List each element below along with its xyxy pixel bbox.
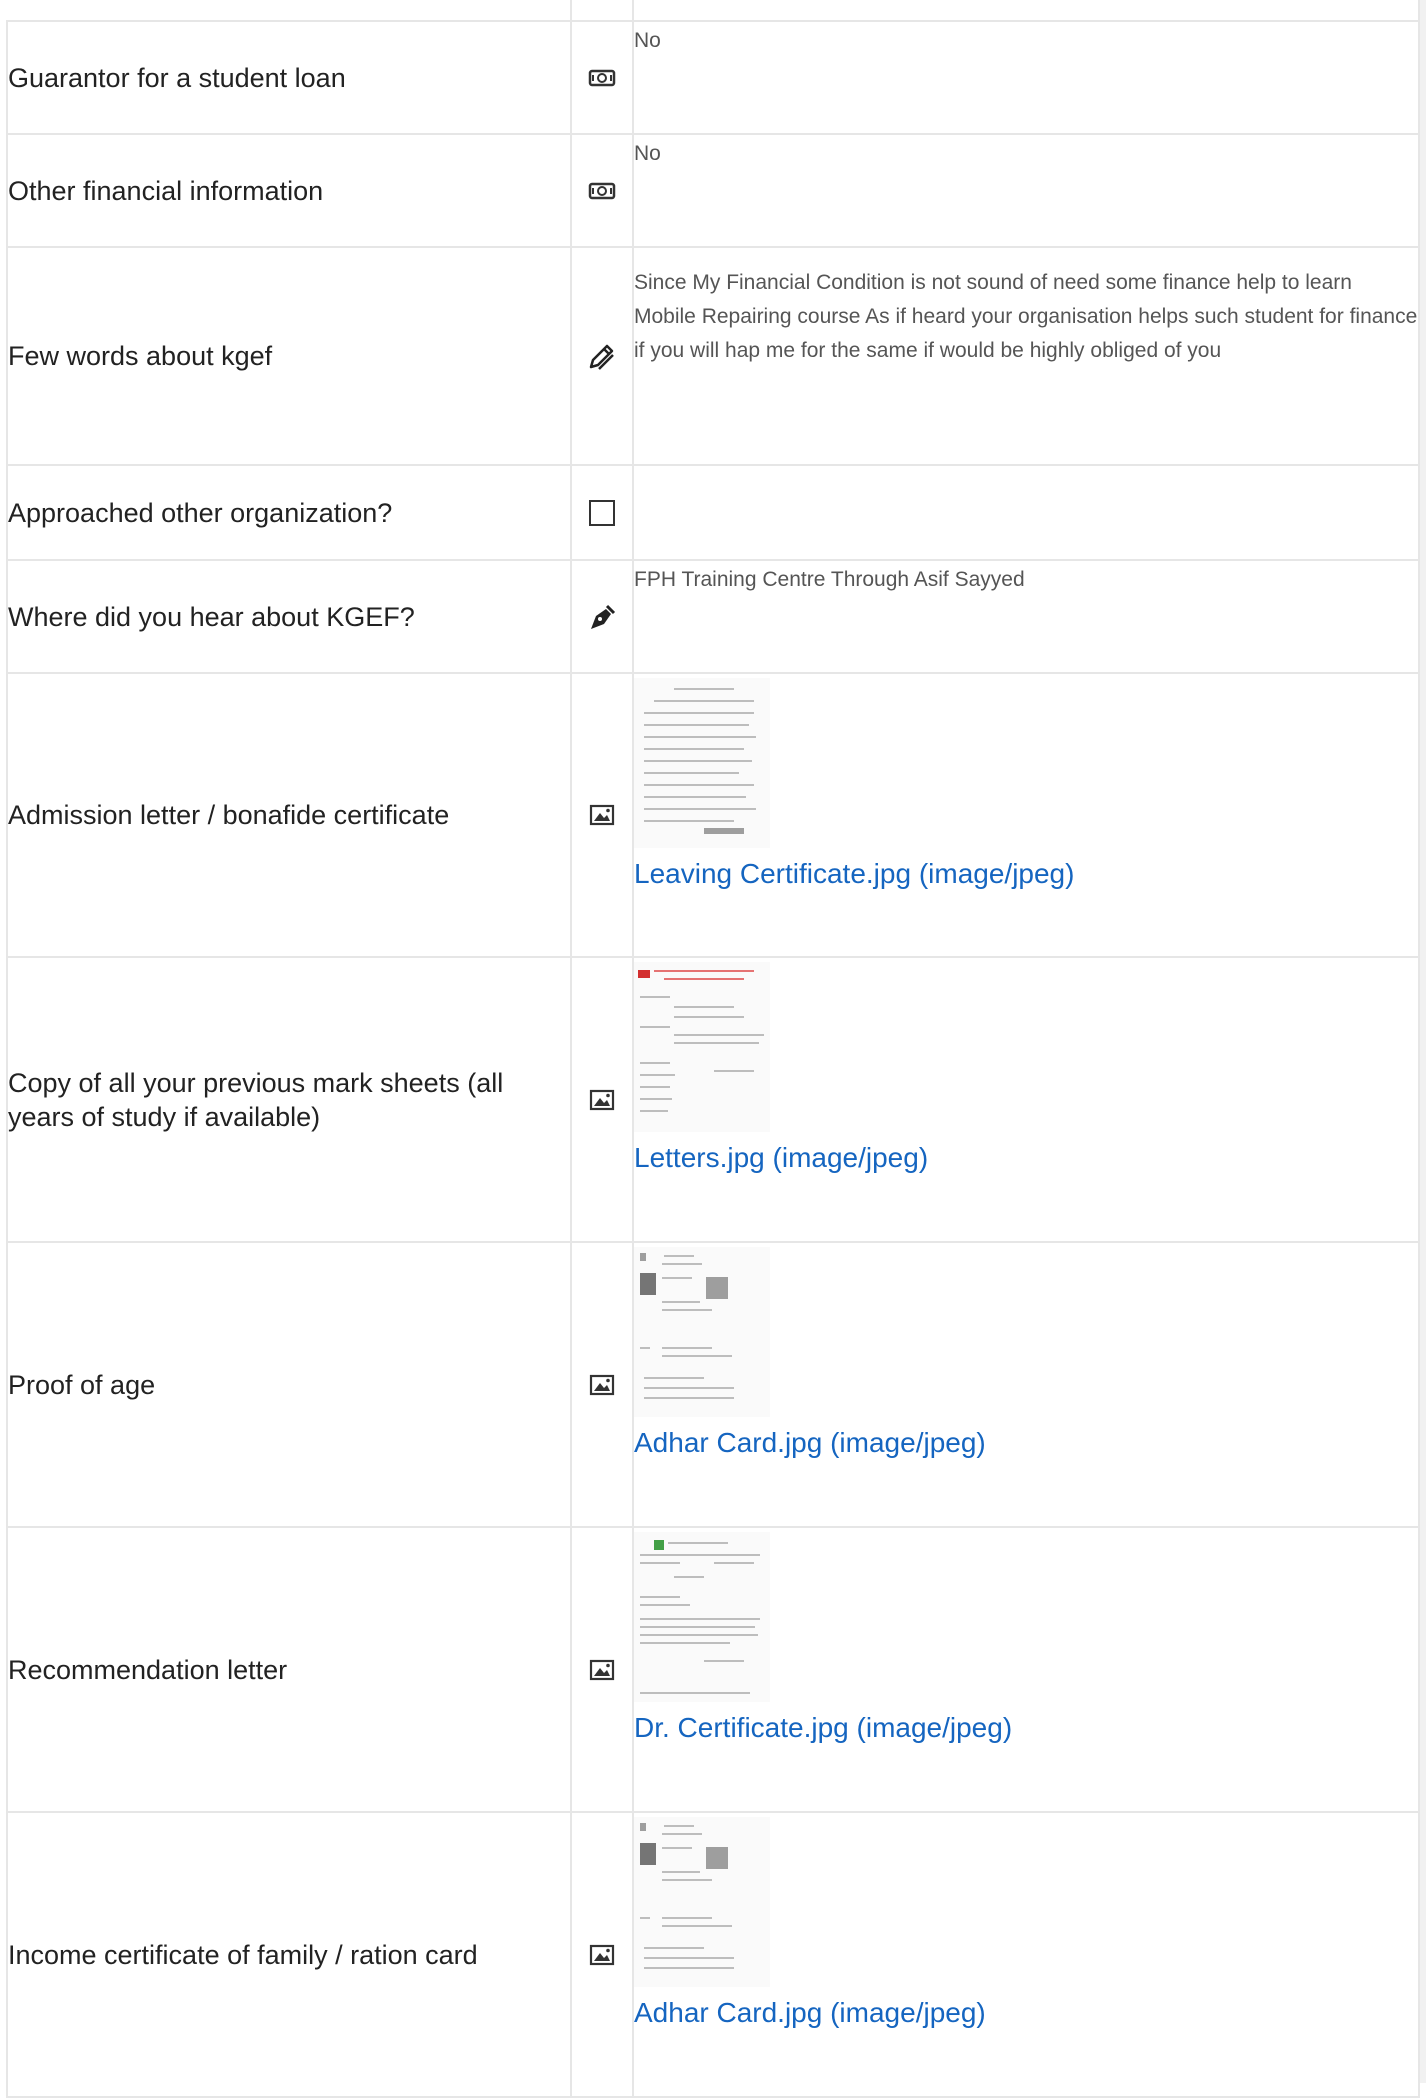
table-row: Guarantor for a student loan No bbox=[6, 20, 1420, 135]
money-icon bbox=[570, 20, 634, 135]
field-label: Income certificate of family / ration ca… bbox=[6, 1811, 572, 2098]
document-thumbnail[interactable] bbox=[634, 1532, 770, 1702]
file-link[interactable]: Dr. Certificate.jpg (image/jpeg) bbox=[634, 1712, 1012, 1744]
file-link[interactable]: Leaving Certificate.jpg (image/jpeg) bbox=[634, 858, 1074, 890]
application-fields-table: Guarantor for a student loan No Other fi… bbox=[6, 0, 1420, 2098]
image-icon bbox=[570, 672, 634, 958]
table-row: Proof of age Adhar Card.jpg (image/jpeg) bbox=[6, 1241, 1420, 1528]
field-label: Proof of age bbox=[6, 1241, 572, 1528]
field-label: Guarantor for a student loan bbox=[6, 20, 572, 135]
file-link[interactable]: Adhar Card.jpg (image/jpeg) bbox=[634, 1427, 986, 1459]
table-row: Recommendation letter Dr. Certificate.jp… bbox=[6, 1526, 1420, 1813]
image-icon bbox=[570, 1526, 634, 1813]
file-link[interactable]: Letters.jpg (image/jpeg) bbox=[634, 1142, 928, 1174]
field-value: No bbox=[634, 29, 661, 52]
id-card-thumbnail[interactable] bbox=[634, 1247, 770, 1417]
document-thumbnail[interactable] bbox=[634, 962, 770, 1132]
table-row: Income certificate of family / ration ca… bbox=[6, 1811, 1420, 2098]
table-row: Approached other organization? bbox=[6, 464, 1420, 561]
image-icon bbox=[570, 1241, 634, 1528]
field-label: Recommendation letter bbox=[6, 1526, 572, 1813]
fountain-pen-icon bbox=[570, 559, 634, 674]
table-row: Admission letter / bonafide certificate … bbox=[6, 672, 1420, 958]
field-value: Since My Financial Condition is not soun… bbox=[634, 271, 1418, 362]
image-icon bbox=[570, 956, 634, 1243]
field-label: Other financial information bbox=[6, 133, 572, 248]
field-label: Approached other organization? bbox=[6, 464, 572, 561]
file-link[interactable]: Adhar Card.jpg (image/jpeg) bbox=[634, 1997, 986, 2029]
field-label: Copy of all your previous mark sheets (a… bbox=[6, 956, 572, 1243]
id-card-thumbnail[interactable] bbox=[634, 1817, 770, 1987]
field-label: Few words about kgef bbox=[6, 246, 572, 466]
money-icon bbox=[570, 133, 634, 248]
field-label: Admission letter / bonafide certificate bbox=[6, 672, 572, 958]
document-thumbnail[interactable] bbox=[634, 678, 770, 848]
table-row-top-stub bbox=[7, 0, 1420, 22]
checkbox-icon[interactable] bbox=[570, 464, 634, 561]
image-icon bbox=[570, 1811, 634, 2098]
scrollbar-track[interactable] bbox=[1420, 0, 1426, 2083]
field-value: No bbox=[634, 142, 661, 165]
pen-icon bbox=[570, 246, 634, 466]
field-label: Where did you hear about KGEF? bbox=[6, 559, 572, 674]
table-row: Few words about kgef Since My Financial … bbox=[6, 246, 1420, 466]
field-value: FPH Training Centre Through Asif Sayyed bbox=[634, 568, 1025, 591]
table-row: Where did you hear about KGEF? FPH Train… bbox=[6, 559, 1420, 674]
table-row: Other financial information No bbox=[6, 133, 1420, 248]
table-row: Copy of all your previous mark sheets (a… bbox=[6, 956, 1420, 1243]
